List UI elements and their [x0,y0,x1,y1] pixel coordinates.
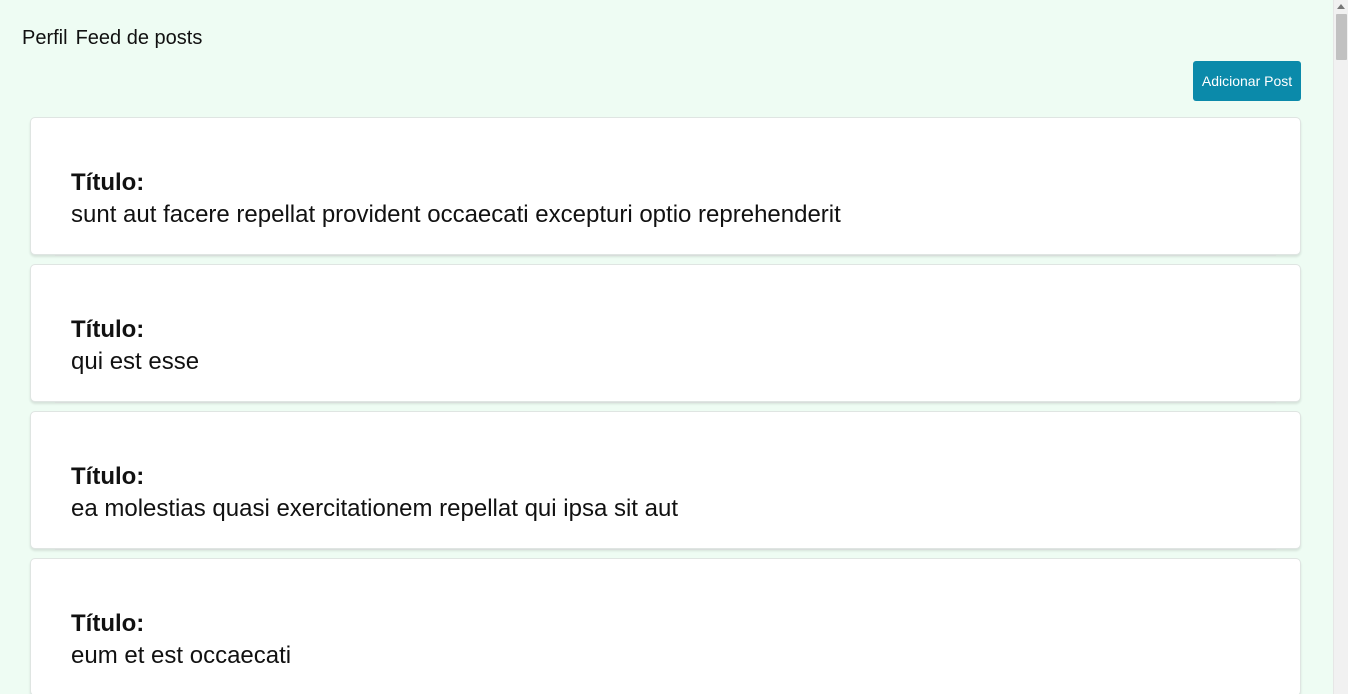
page: Perfil Feed de posts Adicionar Post Títu… [0,0,1348,694]
post-card: Título: ea molestias quasi exercitatione… [30,411,1301,550]
post-title-label: Título: [71,169,145,196]
scrollbar-thumb[interactable] [1336,14,1347,60]
post-card: Título: qui est esse [30,264,1301,403]
post-title-label: Título: [71,463,145,490]
post-title-text: sunt aut facere repellat provident occae… [71,201,841,228]
vertical-scrollbar[interactable] [1333,0,1348,694]
posts-feed: Título: sunt aut facere repellat provide… [30,117,1301,694]
nav-link-perfil[interactable]: Perfil [22,27,68,49]
post-title-label: Título: [71,610,145,637]
post-card: Título: eum et est occaecati [30,558,1301,694]
add-post-button[interactable]: Adicionar Post [1193,61,1301,101]
post-title-text: qui est esse [71,348,200,375]
nav-link-feed-de-posts[interactable]: Feed de posts [76,27,203,49]
scroll-up-arrow-icon[interactable] [1337,4,1345,9]
post-title-label: Título: [71,316,145,343]
post-card: Título: sunt aut facere repellat provide… [30,117,1301,256]
post-title-text: ea molestias quasi exercitationem repell… [71,495,678,522]
post-title-text: eum et est occaecati [71,642,292,669]
top-navigation: Perfil Feed de posts [22,27,202,49]
